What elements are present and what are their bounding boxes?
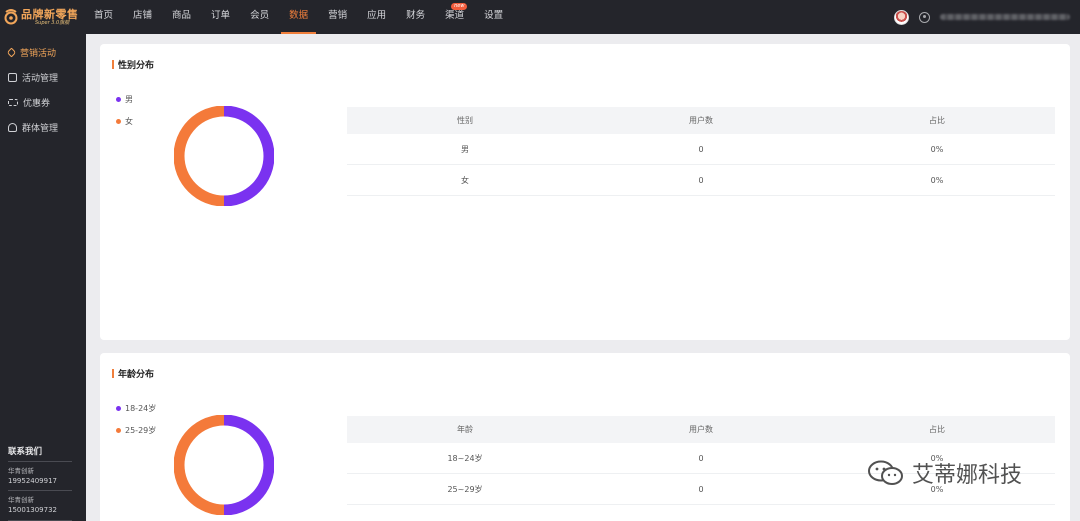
legend-dot-icon xyxy=(116,118,121,124)
table-cell: 0 xyxy=(698,175,704,185)
donut-segment-25-29[interactable] xyxy=(174,415,225,515)
column-header: 用户数 xyxy=(689,116,713,125)
user-area xyxy=(894,0,1070,34)
legend-item-male[interactable]: 男 xyxy=(116,88,133,110)
main-nav: 首页 店铺 商品 订单 会员 数据 营销 应用 财务 渠道 new 设置 xyxy=(86,0,515,34)
coupon-icon xyxy=(8,99,18,106)
legend-label: 女 xyxy=(125,116,133,126)
legend-dot-icon xyxy=(116,405,121,411)
top-navbar: 品牌新零售 Super 3.0旗舰 首页 店铺 商品 订单 会员 数据 营销 应… xyxy=(0,0,1080,34)
nav-item-marketing[interactable]: 营销 xyxy=(320,0,355,34)
logo-mark-icon xyxy=(4,8,18,26)
contact-entry: 华青创新 19952409917 xyxy=(8,462,72,491)
column-header: 年龄 xyxy=(457,425,473,434)
brand-logo[interactable]: 品牌新零售 Super 3.0旗舰 xyxy=(0,0,86,34)
nav-item-apps[interactable]: 应用 xyxy=(359,0,394,34)
donut-segment-18-24[interactable] xyxy=(223,415,274,515)
sidebar-item-label: 活动管理 xyxy=(22,74,59,84)
sidebar-item-label: 营销活动 xyxy=(20,49,57,59)
nav-item-channels-label: 渠道 xyxy=(445,10,465,21)
contact-phone: 15001309732 xyxy=(8,506,57,514)
age-legend: 18-24岁 25-29岁 xyxy=(116,397,156,441)
nav-item-settings[interactable]: 设置 xyxy=(476,0,511,34)
legend-item-female[interactable]: 女 xyxy=(116,110,133,132)
legend-dot-icon xyxy=(116,96,121,102)
nav-item-home[interactable]: 首页 xyxy=(86,0,121,34)
gender-donut-chart xyxy=(174,106,274,206)
table-cell: 0% xyxy=(930,175,944,185)
table-cell: 18~24岁 xyxy=(447,453,483,463)
table-cell: 男 xyxy=(461,144,469,154)
nav-item-data[interactable]: 数据 xyxy=(281,0,317,34)
donut-segment-male[interactable] xyxy=(223,106,274,206)
gender-legend: 男 女 xyxy=(116,88,133,132)
sidebar-item-coupons[interactable]: 优惠券 xyxy=(0,90,86,115)
watermark: 艾蒂娜科技 xyxy=(866,457,1022,489)
gender-distribution-card: 性别分布 男 女 性别 用户数 占比 男 0 0% 女 0 0% xyxy=(100,44,1070,340)
sidebar-item-group-management[interactable]: 群体管理 xyxy=(0,115,86,140)
contact-name: 华青创新 xyxy=(8,496,34,504)
age-distribution-card: 年龄分布 18-24岁 25-29岁 年龄 用户数 占比 18~24岁 0 0%… xyxy=(100,353,1070,521)
account-name-blurred[interactable] xyxy=(940,14,1070,20)
gender-card-title: 性别分布 xyxy=(112,58,154,71)
column-header: 用户数 xyxy=(689,425,713,434)
people-icon xyxy=(8,123,17,132)
nav-item-store[interactable]: 店铺 xyxy=(125,0,160,34)
column-header: 占比 xyxy=(929,425,945,434)
sidebar-item-activity-management[interactable]: 活动管理 xyxy=(0,65,86,90)
table-header: 年龄 用户数 占比 xyxy=(347,416,1055,443)
nav-item-products[interactable]: 商品 xyxy=(164,0,199,34)
contact-us: 联系我们 华青创新 19952409917 华青创新 15001309732 xyxy=(8,440,72,521)
tag-icon xyxy=(6,47,17,58)
sidebar-item-label: 群体管理 xyxy=(22,124,59,134)
table-cell: 0 xyxy=(698,144,704,154)
age-card-title: 年龄分布 xyxy=(112,367,154,380)
legend-label: 男 xyxy=(125,94,133,104)
table-cell: 女 xyxy=(461,175,469,185)
legend-label: 25-29岁 xyxy=(125,425,157,435)
nav-item-channels[interactable]: 渠道 new xyxy=(437,0,472,34)
sidebar: 营销活动 活动管理 优惠券 群体管理 联系我们 华青创新 19952409917… xyxy=(0,34,86,521)
watermark-text: 艾蒂娜科技 xyxy=(912,463,1023,488)
table-cell: 0 xyxy=(698,484,704,494)
sidebar-item-marketing-activity[interactable]: 营销活动 xyxy=(0,40,86,65)
age-donut-chart xyxy=(174,415,274,515)
table-row: 男 0 0% xyxy=(347,134,1055,165)
avatar[interactable] xyxy=(894,9,909,25)
legend-item-25-29[interactable]: 25-29岁 xyxy=(116,419,156,441)
nav-item-members[interactable]: 会员 xyxy=(242,0,277,34)
contact-title: 联系我们 xyxy=(8,440,72,462)
wechat-icon xyxy=(868,460,903,485)
sidebar-item-label: 优惠券 xyxy=(23,99,51,109)
contact-name: 华青创新 xyxy=(8,467,34,475)
new-badge: new xyxy=(451,3,468,10)
table-row: 女 0 0% xyxy=(347,165,1055,196)
column-header: 性别 xyxy=(457,116,473,125)
legend-label: 18-24岁 xyxy=(125,403,157,413)
contact-entry: 华青创新 15001309732 xyxy=(8,491,72,521)
legend-item-18-24[interactable]: 18-24岁 xyxy=(116,397,156,419)
brand-title: 品牌新零售 xyxy=(21,7,79,21)
legend-dot-icon xyxy=(116,427,121,433)
calendar-icon xyxy=(8,73,17,82)
nav-item-finance[interactable]: 财务 xyxy=(398,0,433,34)
table-cell: 25~29岁 xyxy=(447,484,483,494)
table-cell: 0 xyxy=(698,453,704,463)
user-icon[interactable] xyxy=(919,11,930,23)
nav-item-orders[interactable]: 订单 xyxy=(203,0,238,34)
column-header: 占比 xyxy=(929,116,945,125)
table-cell: 0% xyxy=(930,144,944,154)
brand-subtitle: Super 3.0旗舰 xyxy=(35,19,70,26)
donut-segment-female[interactable] xyxy=(174,106,225,206)
contact-phone: 19952409917 xyxy=(8,477,57,485)
gender-table: 性别 用户数 占比 男 0 0% 女 0 0% xyxy=(347,107,1055,196)
table-header: 性别 用户数 占比 xyxy=(347,107,1055,134)
